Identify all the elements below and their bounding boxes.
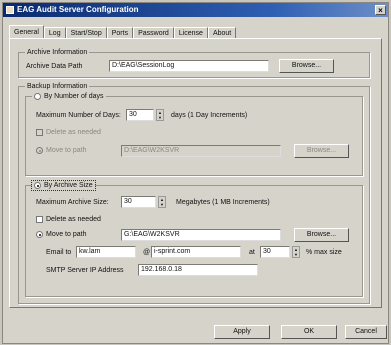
pct-label: % max size — [306, 249, 342, 256]
size-move-radio[interactable] — [36, 231, 43, 238]
backup-group-label: Backup Information — [25, 82, 90, 91]
archive-browse-button[interactable]: Browse... — [279, 59, 334, 73]
days-delete-label: Delete as needed — [46, 129, 101, 136]
max-days-spinner[interactable]: ▲ ▼ — [156, 109, 164, 121]
pct-spinner[interactable]: ▲ ▼ — [292, 246, 300, 258]
max-size-unit: Megabytes (1 MB Increments) — [176, 199, 270, 206]
by-size-label[interactable]: By Archive Size — [44, 182, 93, 189]
backup-group: Backup Information By Number of days Max… — [18, 82, 370, 304]
apply-button[interactable]: Apply — [214, 325, 270, 339]
title-bar[interactable]: EAG Audit Server Configuration × — [3, 3, 388, 17]
days-browse-button[interactable]: Browse... — [294, 144, 349, 158]
days-move-path-input[interactable]: D:\EAG\W2KSVR — [121, 145, 281, 157]
max-days-label: Maximum Number of Days: — [36, 112, 121, 119]
ok-button[interactable]: OK — [281, 325, 337, 339]
at-label: at — [249, 249, 255, 256]
by-days-legend: By Number of days — [32, 92, 106, 101]
close-icon[interactable]: × — [375, 5, 386, 15]
by-days-group: By Number of days Maximum Number of Days… — [25, 92, 363, 176]
days-move-label: Move to path — [46, 147, 87, 154]
tab-strip: General Log Start/Stop Ports Password Li… — [9, 25, 237, 39]
by-size-group: By Archive Size Maximum Archive Size: 30… — [25, 180, 363, 297]
app-icon — [6, 6, 14, 14]
size-delete-checkbox[interactable] — [36, 216, 43, 223]
config-window: EAG Audit Server Configuration × General… — [2, 2, 389, 344]
max-size-input[interactable]: 30 — [121, 196, 156, 208]
size-move-label: Move to path — [46, 231, 87, 238]
by-days-label[interactable]: By Number of days — [44, 93, 104, 100]
window-title: EAG Audit Server Configuration — [17, 5, 139, 14]
cancel-button[interactable]: Cancel — [345, 325, 387, 339]
tab-general[interactable]: General — [9, 25, 44, 39]
size-delete-label: Delete as needed — [46, 216, 101, 223]
days-move-radio[interactable] — [36, 147, 43, 154]
days-delete-checkbox[interactable] — [36, 129, 43, 136]
by-size-legend: By Archive Size — [31, 180, 96, 191]
email-user-input[interactable]: kw.lam — [76, 246, 136, 258]
at-sign: @ — [143, 249, 151, 256]
by-days-radio[interactable] — [34, 93, 41, 100]
archive-path-label: Archive Data Path — [26, 63, 83, 70]
archive-group: Archive Information Archive Data Path D:… — [18, 48, 370, 78]
by-size-radio[interactable] — [34, 182, 41, 189]
max-days-unit: days (1 Day Increments) — [171, 112, 248, 119]
email-domain-input[interactable]: i-sprint.com — [151, 246, 241, 258]
size-move-path-input[interactable]: G:\EAG\W2KSVR — [121, 229, 281, 241]
archive-group-label: Archive Information — [25, 48, 90, 57]
email-to-label: Email to — [46, 249, 72, 256]
archive-path-input[interactable]: D:\EAG\SessionLog — [109, 60, 269, 72]
max-days-input[interactable]: 30 — [126, 109, 154, 121]
smtp-input[interactable]: 192.168.0.18 — [138, 264, 258, 276]
max-size-spinner[interactable]: ▲ ▼ — [158, 196, 166, 208]
smtp-label: SMTP Server IP Address — [46, 267, 124, 274]
pct-input[interactable]: 30 — [260, 246, 290, 258]
size-browse-button[interactable]: Browse... — [294, 228, 349, 242]
max-size-label: Maximum Archive Size: — [36, 199, 109, 206]
general-panel: Archive Information Archive Data Path D:… — [9, 38, 382, 308]
